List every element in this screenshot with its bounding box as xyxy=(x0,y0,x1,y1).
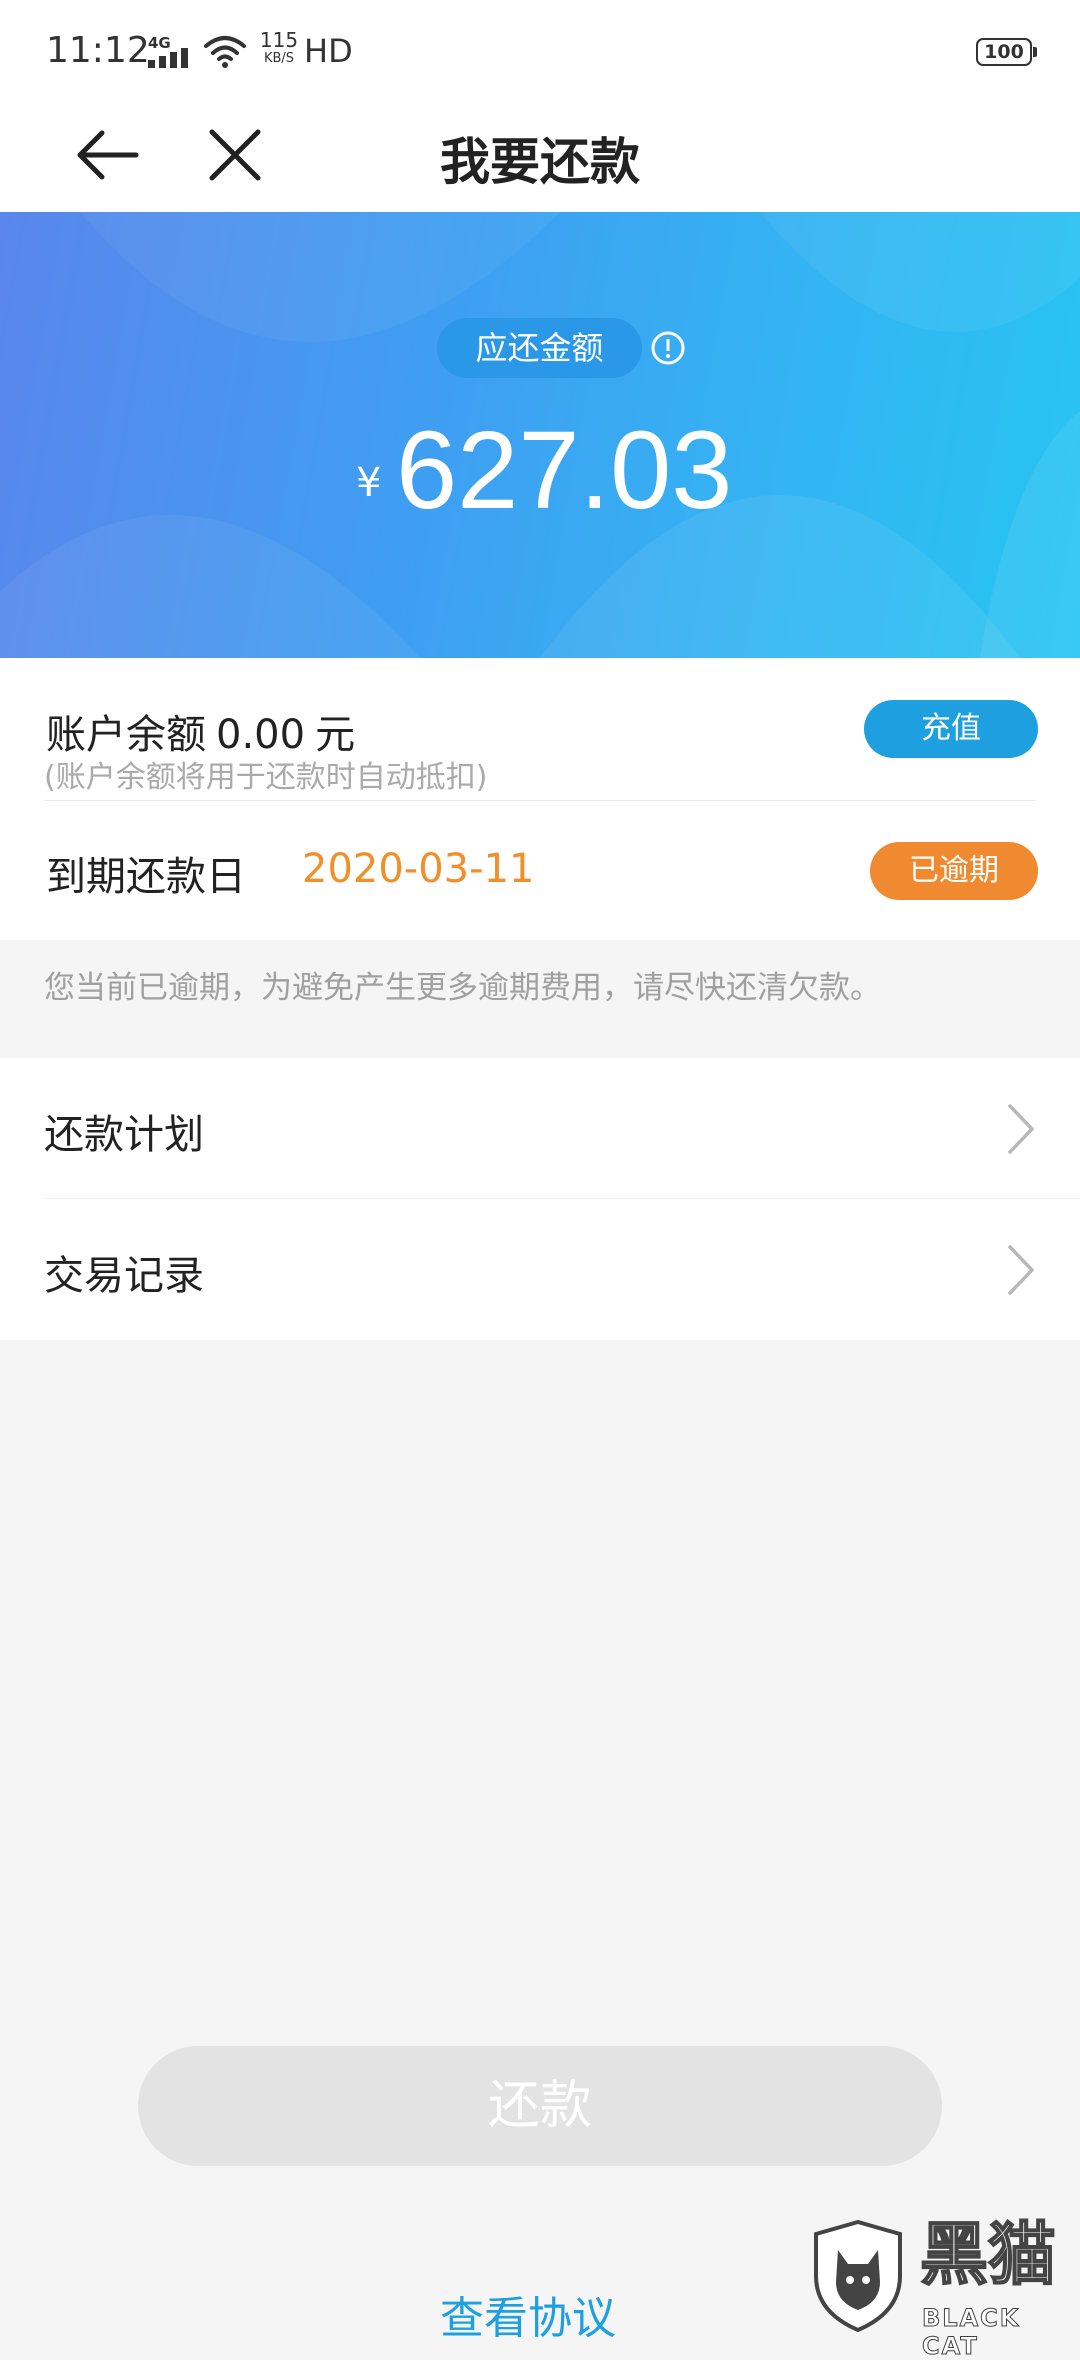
menu-item-transactions[interactable]: 交易记录 xyxy=(0,1199,1080,1339)
back-arrow-icon[interactable] xyxy=(72,120,142,190)
status-bar: 11:12 4G 115 KB/S HD 100 xyxy=(0,0,1080,100)
wifi-icon xyxy=(204,36,246,68)
overdue-status-badge: 已逾期 xyxy=(870,842,1038,900)
watermark-name-en: BLACK CAT xyxy=(922,2304,1021,2360)
speed-unit: KB/S xyxy=(263,51,295,66)
menu-item-label: 交易记录 xyxy=(44,1253,204,1299)
signal-icon xyxy=(148,48,188,68)
recharge-button[interactable]: 充值 xyxy=(864,700,1038,758)
amount-banner: 应还金额 ¥ 627.03 xyxy=(0,212,1080,658)
overdue-warning: 您当前已逾期，为避免产生更多逾期费用，请尽快还清欠款。 xyxy=(44,970,881,1006)
watermark-name: 黑猫 xyxy=(919,2216,1057,2295)
battery-icon: 100 xyxy=(976,38,1037,66)
balance-hint: (账户余额将用于还款时自动抵扣) xyxy=(44,760,488,795)
due-date-label: 到期还款日 xyxy=(46,854,246,900)
due-date-value: 2020-03-11 xyxy=(302,846,535,892)
watermark: 黑猫 BLACK CAT xyxy=(808,2216,1080,2360)
view-agreement-link[interactable]: 查看协议 xyxy=(440,2282,616,2346)
account-card: 账户余额 0.00 元 (账户余额将用于还款时自动抵扣) 充值 到期还款日 2020… xyxy=(0,658,1080,940)
speed-value: 115 xyxy=(259,28,299,52)
repay-button[interactable]: 还款 xyxy=(138,2046,942,2166)
hd-indicator: HD xyxy=(304,32,353,70)
info-icon[interactable] xyxy=(650,330,686,366)
menu-item-repayment-plan[interactable]: 还款计划 xyxy=(0,1058,1080,1199)
menu-list: 还款计划 交易记录 xyxy=(0,1058,1080,1340)
status-time: 11:12 xyxy=(46,30,150,71)
page-title: 我要还款 xyxy=(440,133,640,191)
amount-due-label: 应还金额 xyxy=(437,318,642,378)
chevron-right-icon xyxy=(1008,1104,1034,1154)
nav-bar: 我要还款 xyxy=(0,100,1080,212)
black-cat-logo-icon xyxy=(814,2220,902,2332)
menu-item-label: 还款计划 xyxy=(44,1112,204,1158)
amount-due-value: 627.03 xyxy=(396,409,733,532)
network-speed: 115 KB/S xyxy=(256,30,302,65)
close-icon[interactable] xyxy=(200,120,270,190)
chevron-right-icon xyxy=(1008,1245,1034,1295)
currency-symbol: ¥ xyxy=(356,460,382,506)
divider xyxy=(44,800,1036,801)
